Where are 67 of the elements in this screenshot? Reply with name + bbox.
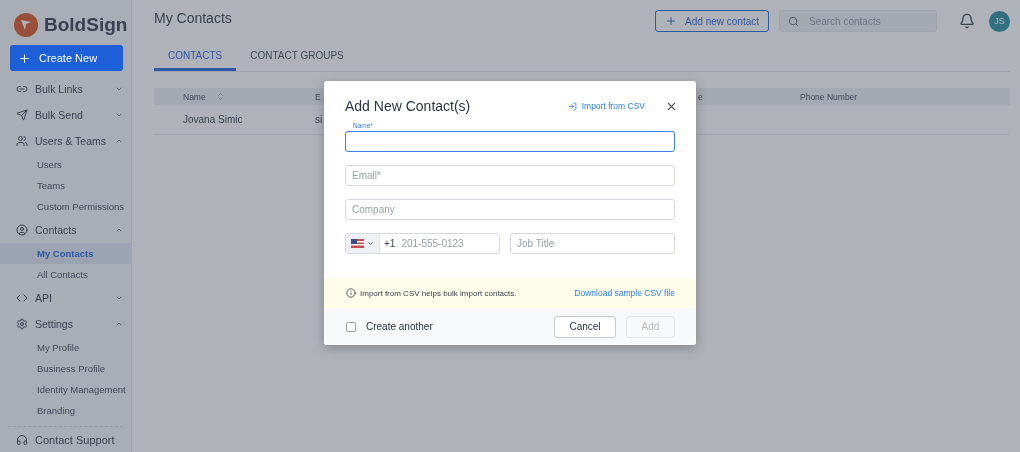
- caret-icon: [367, 240, 374, 247]
- info-icon: [346, 288, 356, 298]
- nav-icon: [16, 292, 28, 304]
- user-avatar[interactable]: JS: [989, 10, 1010, 32]
- nav-item[interactable]: Users: [0, 154, 131, 175]
- tab[interactable]: CONTACT GROUPS: [236, 44, 358, 71]
- chevron-down-icon[interactable]: [115, 294, 123, 302]
- chevron-up-icon[interactable]: [115, 320, 123, 328]
- nav-item[interactable]: My Profile: [0, 337, 131, 358]
- nav-item[interactable]: Business Profile: [0, 358, 131, 379]
- contact-support-link[interactable]: Contact Support: [35, 433, 115, 446]
- column-header[interactable]: Name: [183, 91, 206, 102]
- import-csv-link[interactable]: Import from CSV: [567, 101, 645, 111]
- email-field[interactable]: Email*: [345, 165, 675, 186]
- nav-icon: [16, 224, 28, 236]
- import-icon: [567, 101, 577, 111]
- chevron-up-icon[interactable]: [115, 137, 123, 145]
- chevron-down-icon[interactable]: [115, 85, 123, 93]
- nav-group[interactable]: API: [35, 292, 108, 304]
- nav-item[interactable]: My Contacts: [0, 243, 131, 264]
- add-contact-button[interactable]: Add new contact: [655, 10, 769, 32]
- nav-item[interactable]: Teams: [0, 175, 131, 196]
- nav-group[interactable]: Contacts: [35, 224, 108, 236]
- cancel-button[interactable]: Cancel: [554, 315, 616, 338]
- phone-box[interactable]: +1 201-555-0123: [345, 233, 500, 254]
- nav-group[interactable]: Users & Teams: [35, 135, 108, 147]
- country-code: +1: [383, 238, 396, 249]
- chevron-up-icon[interactable]: [115, 226, 123, 234]
- column-header[interactable]: Phone Number: [800, 91, 858, 102]
- table-cell-text: si: [315, 114, 324, 125]
- name-field[interactable]: [345, 131, 675, 152]
- chevron-down-icon[interactable]: [115, 111, 123, 119]
- nav-item[interactable]: Custom Permissions: [0, 196, 131, 217]
- flag-icon: [351, 239, 364, 248]
- dialog-title: Add New Contact(s): [345, 98, 472, 114]
- plus-icon: [18, 51, 31, 65]
- nav-icon: [16, 109, 28, 121]
- checkbox[interactable]: [346, 321, 356, 332]
- bell-icon[interactable]: [959, 13, 975, 29]
- tab[interactable]: CONTACTS: [154, 44, 237, 71]
- create-new-button[interactable]: Create New: [10, 45, 123, 71]
- nav-icon: [16, 83, 28, 95]
- info-text: Import from CSV helps bulk import contacts.: [360, 288, 518, 298]
- nav-icon: [16, 318, 28, 330]
- company-field[interactable]: Company: [345, 199, 675, 220]
- column-header[interactable]: E: [315, 91, 321, 102]
- checkbox-label: Create another: [366, 321, 434, 332]
- nav-group[interactable]: Bulk Send: [35, 109, 108, 121]
- nav-group[interactable]: Bulk Links: [35, 83, 108, 95]
- sort-icon[interactable]: [215, 92, 225, 101]
- logo-icon: [14, 13, 38, 37]
- plus-icon: [665, 15, 678, 27]
- nav-item[interactable]: Identity Management: [0, 379, 131, 400]
- table-cell-text: Jovana Simic: [183, 114, 244, 125]
- nav-group[interactable]: Settings: [35, 318, 108, 330]
- nav-icon: [16, 135, 28, 147]
- country-picker[interactable]: [346, 234, 380, 253]
- column-header[interactable]: e: [698, 91, 703, 102]
- nav-item[interactable]: All Contacts: [0, 264, 131, 285]
- nav-item[interactable]: Branding: [0, 400, 131, 421]
- search-icon: [788, 15, 799, 27]
- brand-name: BoldSign: [44, 14, 128, 36]
- download-csv-link[interactable]: Download sample CSV file: [574, 288, 675, 298]
- phone-field[interactable]: 201-555-0123: [395, 234, 499, 253]
- job-title-field[interactable]: Job Title: [510, 233, 675, 254]
- headset-icon: [16, 433, 28, 446]
- page-title: My Contacts: [154, 10, 233, 28]
